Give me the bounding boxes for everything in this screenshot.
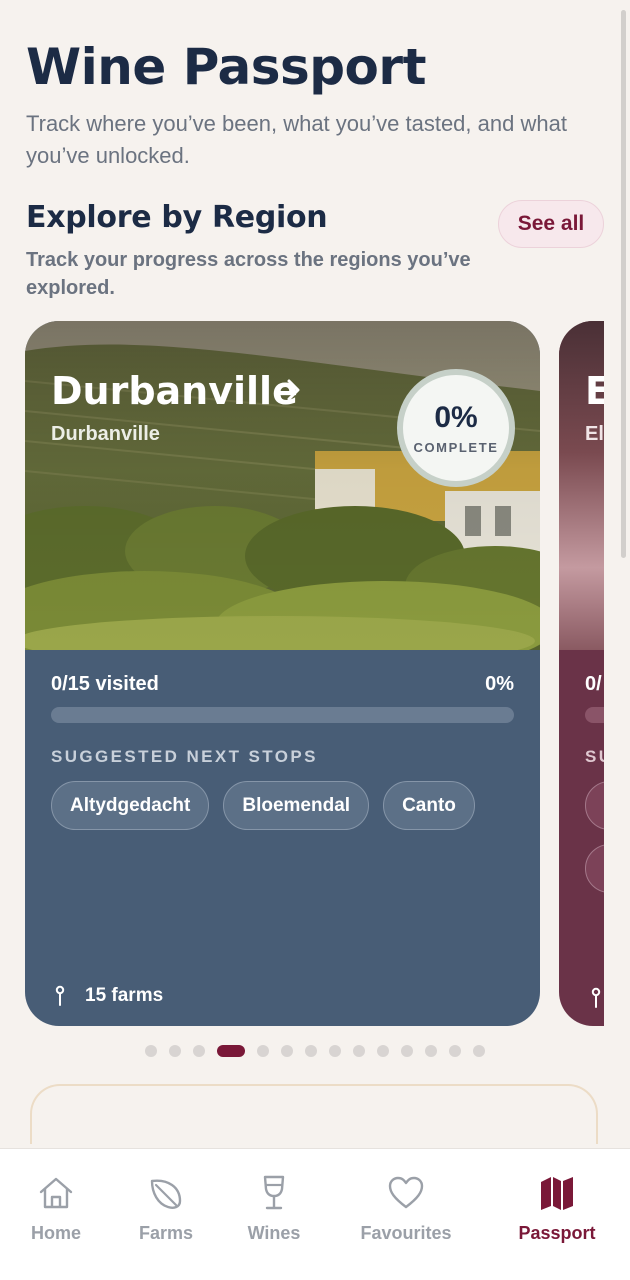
suggested-stops-heading: SUGGESTED NEXT STOPS xyxy=(51,747,318,766)
heart-icon xyxy=(388,1176,424,1209)
tab-label: Passport xyxy=(518,1223,596,1243)
see-all-button[interactable]: See all xyxy=(498,200,604,248)
region-card-next[interactable]: E El 0/ SU xyxy=(559,321,604,1026)
next-section-card xyxy=(30,1084,598,1144)
scrollbar[interactable] xyxy=(621,10,626,558)
home-icon xyxy=(39,1177,73,1209)
wine-glass-icon xyxy=(263,1175,285,1210)
suggested-stop-chip[interactable]: Bloemendal xyxy=(223,781,370,830)
pager-dot[interactable] xyxy=(425,1045,437,1057)
suggested-stop-chip[interactable] xyxy=(585,844,604,893)
tab-passport[interactable]: Passport xyxy=(514,1173,600,1244)
completion-label: COMPLETE xyxy=(413,439,499,455)
pager-dot[interactable] xyxy=(401,1045,413,1057)
pager-dot-active[interactable] xyxy=(217,1045,245,1057)
tab-favourites[interactable]: Favourites xyxy=(355,1173,457,1244)
pager-dot[interactable] xyxy=(329,1045,341,1057)
suggested-stop-chip[interactable] xyxy=(585,781,604,830)
pager-dot[interactable] xyxy=(145,1045,157,1057)
region-title[interactable]: Durbanville xyxy=(51,369,298,413)
pager-dot[interactable] xyxy=(353,1045,365,1057)
pager-dot[interactable] xyxy=(169,1045,181,1057)
pager-dot[interactable] xyxy=(377,1045,389,1057)
farms-count-row: 15 farms xyxy=(51,985,163,1007)
region-card[interactable]: Durbanville Durbanville 0% COMPLETE 0/15… xyxy=(25,321,540,1026)
tab-label: Favourites xyxy=(360,1223,452,1243)
tab-label: Home xyxy=(30,1223,81,1243)
pager-dot[interactable] xyxy=(305,1045,317,1057)
pin-icon xyxy=(591,987,601,1008)
tab-label: Wines xyxy=(247,1223,301,1243)
tab-label: Farms xyxy=(138,1223,194,1243)
suggested-stops: Altydgedacht Bloemendal Canto xyxy=(51,781,521,830)
tab-home[interactable]: Home xyxy=(26,1173,86,1244)
pager-dot[interactable] xyxy=(281,1045,293,1057)
section-subtitle: Track your progress across the regions y… xyxy=(26,249,471,299)
region-carousel[interactable]: Durbanville Durbanville 0% COMPLETE 0/15… xyxy=(0,321,604,1026)
region-progress-bar xyxy=(585,707,604,723)
region-subtitle: Durbanville xyxy=(51,423,160,445)
farms-count: 15 farms xyxy=(85,985,164,1006)
carousel-pager[interactable] xyxy=(0,1044,630,1058)
region-title: E xyxy=(585,369,604,413)
pin-icon xyxy=(55,985,65,1006)
bottom-tab-bar: Home Farms Wines Favourites Passport xyxy=(0,1148,630,1280)
completion-badge: 0% COMPLETE xyxy=(397,369,515,487)
tab-wines[interactable]: Wines xyxy=(244,1173,304,1244)
visited-count: 0/ xyxy=(585,673,602,695)
suggested-stops-heading: SU xyxy=(585,747,604,766)
pager-dot[interactable] xyxy=(449,1045,461,1057)
section-title: Explore by Region xyxy=(26,200,328,235)
page-title: Wine Passport xyxy=(26,38,426,96)
suggested-stop-chip[interactable]: Canto xyxy=(383,781,475,830)
pager-dot[interactable] xyxy=(193,1045,205,1057)
pager-dot[interactable] xyxy=(257,1045,269,1057)
completion-percent: 0% xyxy=(434,400,478,434)
tab-farms[interactable]: Farms xyxy=(136,1173,196,1244)
map-icon xyxy=(541,1177,573,1210)
region-progress-bar xyxy=(51,707,514,723)
pager-dot[interactable] xyxy=(473,1045,485,1057)
page-subtitle: Track where you’ve been, what you’ve tas… xyxy=(26,111,567,168)
suggested-stop-chip[interactable]: Altydgedacht xyxy=(51,781,210,830)
chevron-right-icon[interactable] xyxy=(283,371,307,407)
visited-percent: 0% xyxy=(485,673,514,695)
visited-count: 0/15 visited xyxy=(51,673,159,695)
leaf-icon xyxy=(150,1179,182,1209)
region-subtitle: El xyxy=(585,423,604,445)
